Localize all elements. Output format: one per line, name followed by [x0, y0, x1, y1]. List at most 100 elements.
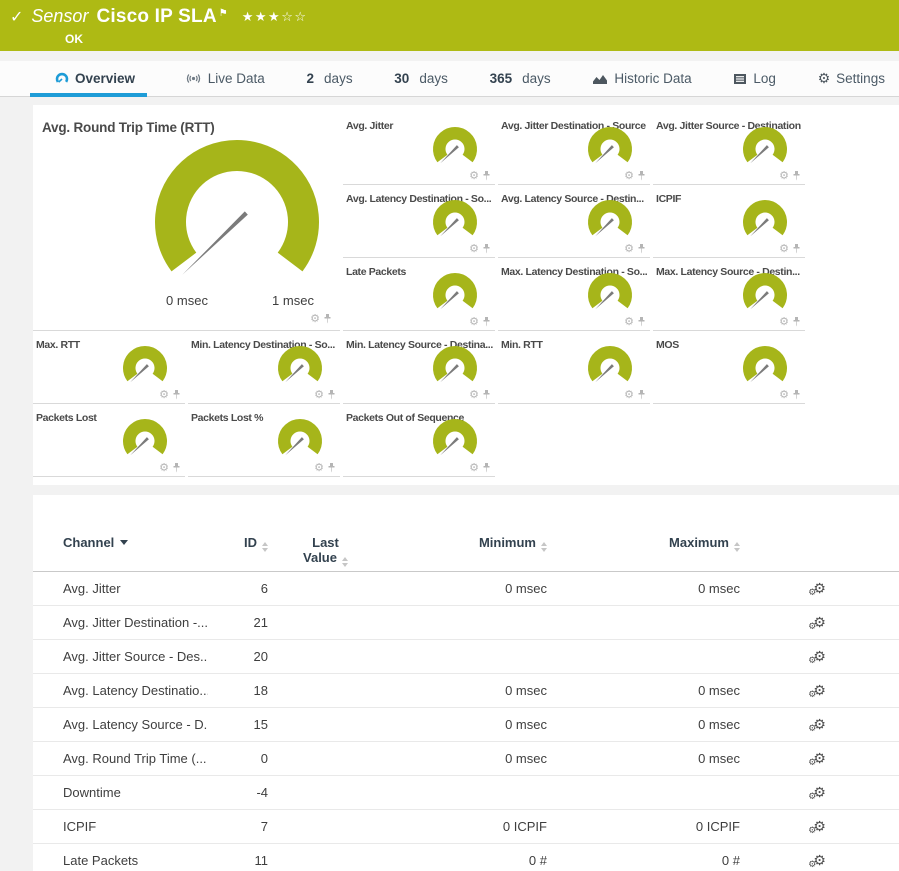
- priority-flag-icon[interactable]: ⚑: [219, 8, 228, 19]
- pin-icon[interactable]: [323, 314, 332, 324]
- gear-icon[interactable]: ⚙: [469, 316, 479, 327]
- tab-live-data[interactable]: Live Data: [181, 61, 269, 96]
- gauge-dial: [431, 197, 479, 245]
- pin-icon[interactable]: [792, 171, 801, 181]
- gear-icon: ⚙: [818, 71, 831, 87]
- gauge-title: Avg. Jitter: [346, 120, 393, 132]
- channel-settings-gears-icon[interactable]: ⚙⚙: [813, 616, 826, 630]
- pin-icon[interactable]: [637, 390, 646, 400]
- gear-icon[interactable]: ⚙: [624, 316, 634, 327]
- channel-id: 11: [208, 844, 268, 871]
- channel-last-value: [268, 742, 383, 776]
- gear-icon[interactable]: ⚙: [469, 243, 479, 254]
- channel-name: Avg. Round Trip Time (...: [33, 742, 208, 776]
- pin-icon[interactable]: [637, 244, 646, 254]
- tab-label: days: [324, 71, 353, 86]
- gauge-title: Min. RTT: [501, 339, 543, 351]
- gear-icon[interactable]: ⚙: [159, 462, 169, 473]
- channel-name: Avg. Jitter: [33, 572, 208, 606]
- pin-icon[interactable]: [637, 171, 646, 181]
- gauge-cell: Packets Lost ⚙: [33, 404, 185, 477]
- area-chart-icon: [592, 73, 608, 85]
- tab-number: 365: [490, 71, 513, 86]
- tab-settings[interactable]: ⚙ Settings: [814, 61, 889, 96]
- pin-icon[interactable]: [482, 244, 491, 254]
- ok-check-icon: ✓: [10, 7, 23, 27]
- channel-name: Avg. Jitter Destination -...: [33, 606, 208, 640]
- tab-30-days[interactable]: 30 days: [390, 61, 452, 96]
- pin-icon[interactable]: [792, 317, 801, 327]
- gear-icon[interactable]: ⚙: [469, 170, 479, 181]
- pin-icon[interactable]: [482, 317, 491, 327]
- column-header-id[interactable]: ID: [208, 535, 268, 572]
- column-header-channel[interactable]: Channel: [33, 535, 208, 572]
- tab-label: Settings: [836, 71, 885, 86]
- channel-settings-gears-icon[interactable]: ⚙⚙: [813, 650, 826, 664]
- gauge-cell: Avg. Latency Source - Destin... ⚙: [498, 185, 650, 258]
- pin-icon[interactable]: [482, 390, 491, 400]
- table-row: Avg. Latency Source - D... 15 0 msec 0 m…: [33, 708, 899, 742]
- gear-icon[interactable]: ⚙: [624, 170, 634, 181]
- pin-icon[interactable]: [792, 244, 801, 254]
- channel-settings-gears-icon[interactable]: ⚙⚙: [813, 718, 826, 732]
- channel-settings-gears-icon[interactable]: ⚙⚙: [813, 752, 826, 766]
- gauge-cell: Avg. Latency Destination - So... ⚙: [343, 185, 495, 258]
- tab-label: days: [522, 71, 551, 86]
- priority-stars[interactable]: ★★★☆☆: [242, 9, 308, 25]
- tab-historic-data[interactable]: Historic Data: [588, 61, 695, 96]
- gear-icon[interactable]: ⚙: [159, 389, 169, 400]
- gear-icon[interactable]: ⚙: [779, 389, 789, 400]
- sensor-status-badge: OK: [65, 32, 899, 46]
- channel-settings-gears-icon[interactable]: ⚙⚙: [813, 582, 826, 596]
- channel-id: 21: [208, 606, 268, 640]
- channel-settings-gears-icon[interactable]: ⚙⚙: [813, 684, 826, 698]
- gear-icon[interactable]: ⚙: [310, 313, 320, 324]
- gear-icon[interactable]: ⚙: [624, 243, 634, 254]
- tab-number: 30: [394, 71, 409, 86]
- channel-settings-gears-icon[interactable]: ⚙⚙: [813, 786, 826, 800]
- column-header-last-value[interactable]: Last Value: [268, 535, 383, 572]
- channel-maximum: 0 msec: [547, 742, 740, 776]
- pin-icon[interactable]: [327, 390, 336, 400]
- column-header-maximum[interactable]: Maximum: [547, 535, 740, 572]
- gauges-panel: Avg. Round Trip Time (RTT) 0 msec 1 msec…: [33, 105, 899, 485]
- tab-2-days[interactable]: 2 days: [303, 61, 357, 96]
- gauge-dial: [276, 343, 324, 391]
- pin-icon[interactable]: [172, 463, 181, 473]
- gear-icon[interactable]: ⚙: [314, 462, 324, 473]
- gear-icon[interactable]: ⚙: [469, 389, 479, 400]
- channel-name: Avg. Latency Source - D...: [33, 708, 208, 742]
- tab-log[interactable]: Log: [729, 61, 780, 96]
- table-row: Avg. Jitter 6 0 msec 0 msec ⚙⚙: [33, 572, 899, 606]
- column-header-minimum[interactable]: Minimum: [383, 535, 547, 572]
- pin-icon[interactable]: [172, 390, 181, 400]
- tab-365-days[interactable]: 365 days: [486, 61, 555, 96]
- gear-icon[interactable]: ⚙: [469, 462, 479, 473]
- sensor-header: ✓ Sensor Cisco IP SLA ⚑ ★★★☆☆ OK: [0, 0, 899, 51]
- gear-icon[interactable]: ⚙: [779, 243, 789, 254]
- sort-icon: [342, 557, 348, 567]
- gauge-dial: [276, 416, 324, 464]
- pin-icon[interactable]: [482, 463, 491, 473]
- gauge-cell: Min. Latency Source - Destina... ⚙: [343, 331, 495, 404]
- channel-settings-gears-icon[interactable]: ⚙⚙: [813, 854, 826, 868]
- pin-icon[interactable]: [327, 463, 336, 473]
- gear-icon[interactable]: ⚙: [314, 389, 324, 400]
- gauge-dial: [586, 343, 634, 391]
- gear-icon[interactable]: ⚙: [779, 170, 789, 181]
- channel-last-value: [268, 606, 383, 640]
- pin-icon[interactable]: [792, 390, 801, 400]
- tab-overview[interactable]: Overview: [30, 61, 147, 96]
- gauge-dial: [431, 343, 479, 391]
- channel-id: 7: [208, 810, 268, 844]
- gauge-title: Packets Lost %: [191, 412, 263, 424]
- pin-icon[interactable]: [637, 317, 646, 327]
- log-list-icon: [733, 73, 747, 85]
- pin-icon[interactable]: [482, 171, 491, 181]
- gear-icon[interactable]: ⚙: [624, 389, 634, 400]
- gauge-dial: [741, 343, 789, 391]
- tab-number: 2: [307, 71, 315, 86]
- gear-icon[interactable]: ⚙: [779, 316, 789, 327]
- channel-name: ICPIF: [33, 810, 208, 844]
- channel-settings-gears-icon[interactable]: ⚙⚙: [813, 820, 826, 834]
